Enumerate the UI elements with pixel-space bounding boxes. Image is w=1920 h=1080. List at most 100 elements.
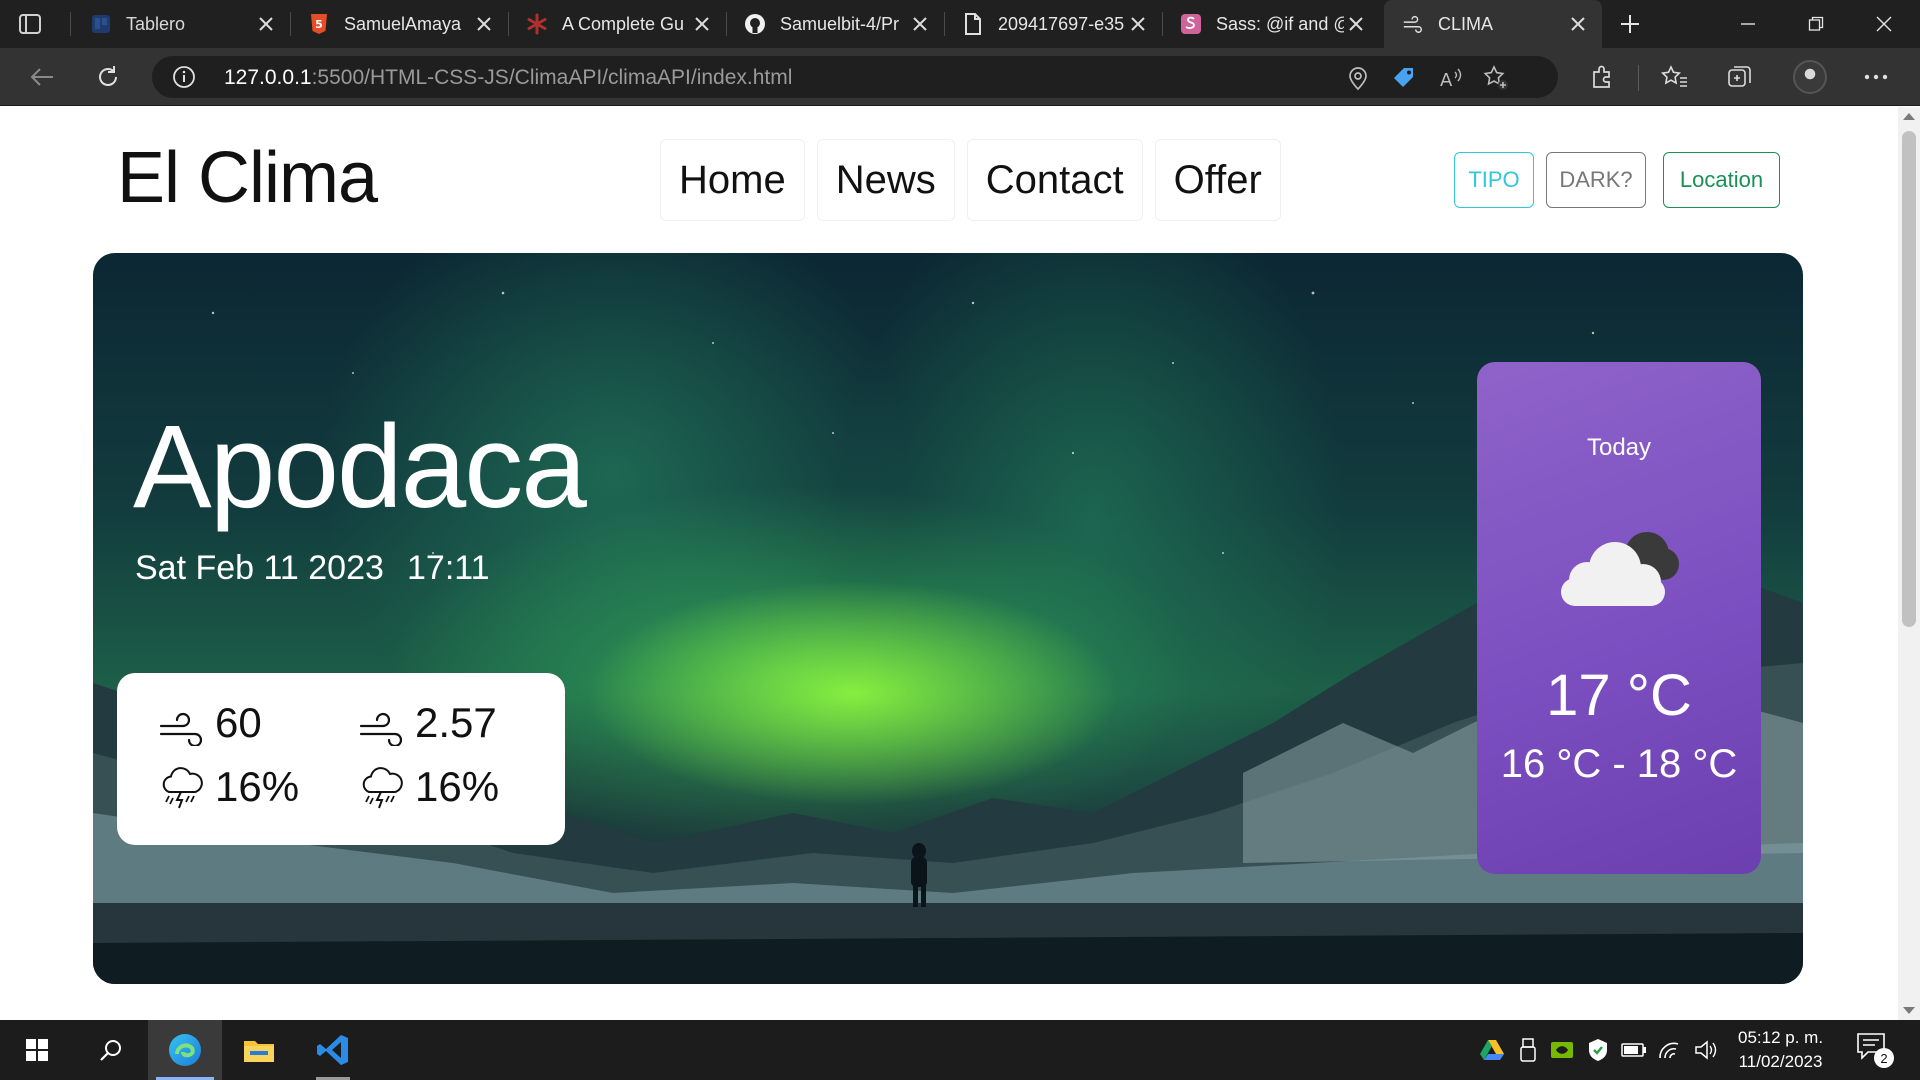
dark-mode-button[interactable]: DARK? [1546, 152, 1646, 208]
edge-taskbar-icon[interactable] [148, 1020, 222, 1080]
read-aloud-icon[interactable]: A [1438, 64, 1466, 92]
tab-sass[interactable]: Sass: @if and @ [1162, 0, 1380, 48]
tab-title: Samuelbit-4/Pr [780, 13, 900, 34]
wind-icon [1402, 13, 1424, 35]
more-menu-icon[interactable] [1860, 61, 1892, 93]
coupon-tag-icon[interactable] [1390, 64, 1418, 92]
location-button[interactable]: Location [1663, 152, 1780, 208]
nvidia-icon[interactable] [1548, 1036, 1576, 1064]
address-bar[interactable]: 127.0.0.1:5500/HTML-CSS-JS/ClimaAPI/clim… [152, 56, 1558, 98]
tab-actions-icon[interactable] [16, 10, 44, 38]
nav-contact[interactable]: Contact [966, 139, 1143, 221]
github-icon [744, 13, 766, 35]
new-tab-icon[interactable] [1614, 8, 1646, 40]
usb-device-icon[interactable] [1514, 1036, 1542, 1064]
favorites-icon[interactable] [1658, 61, 1690, 93]
tab-title: CLIMA [1438, 13, 1494, 34]
tab-samuelamaya[interactable]: 5 SamuelAmaya [290, 0, 508, 48]
svg-text:5: 5 [315, 18, 323, 31]
weather-stats-card: 60 2.57 16% 16% [117, 673, 565, 845]
page-scrollbar[interactable] [1898, 107, 1920, 1020]
close-icon[interactable] [1344, 12, 1368, 36]
scroll-down-icon[interactable] [1903, 1007, 1915, 1014]
stat-precip-1: 16% [157, 763, 299, 811]
battery-icon[interactable] [1620, 1036, 1648, 1064]
stat-value: 60 [215, 699, 262, 746]
stat-value: 2.57 [415, 699, 497, 746]
storm-cloud-icon [162, 767, 203, 809]
sass-icon [1180, 13, 1202, 35]
file-icon [962, 13, 984, 35]
close-icon[interactable] [254, 12, 278, 36]
tab-title: Sass: @if and @ [1216, 13, 1344, 34]
scroll-thumb[interactable] [1902, 131, 1916, 627]
search-icon[interactable] [74, 1020, 148, 1080]
wind-icon [359, 712, 403, 746]
tab-github[interactable]: Samuelbit-4/Pr [726, 0, 944, 48]
current-date: Sat Feb 11 2023 [135, 549, 384, 587]
nav-news[interactable]: News [816, 139, 955, 221]
back-arrow-icon[interactable] [26, 61, 58, 93]
url-text[interactable]: 127.0.0.1:5500/HTML-CSS-JS/ClimaAPI/clim… [224, 66, 792, 90]
trello-icon [90, 13, 112, 35]
system-clock[interactable]: 05:12 p. m. 11/02/2023 [1738, 1026, 1823, 1074]
close-icon[interactable] [1566, 12, 1590, 36]
collections-icon[interactable] [1724, 61, 1756, 93]
vscode-icon[interactable] [296, 1020, 370, 1080]
close-icon[interactable] [908, 12, 932, 36]
tipo-button[interactable]: TIPO [1454, 152, 1534, 208]
stat-value: 16% [215, 763, 300, 810]
volume-icon[interactable] [1692, 1036, 1720, 1064]
svg-text:A: A [1440, 70, 1453, 90]
minimize-icon[interactable] [1714, 0, 1782, 48]
city-name: Apodaca [133, 401, 587, 533]
notification-center-icon[interactable]: 2 [1856, 1032, 1894, 1068]
file-explorer-icon[interactable] [222, 1020, 296, 1080]
weather-hero: Apodaca Sat Feb 11 2023 17:11 60 2.57 16… [93, 253, 1803, 984]
nav-home[interactable]: Home [660, 139, 805, 221]
current-time: 17:11 [407, 549, 490, 587]
html5-icon: 5 [308, 13, 330, 35]
security-shield-icon[interactable] [1584, 1036, 1612, 1064]
close-icon[interactable] [1126, 12, 1150, 36]
location-pin-icon[interactable] [1344, 64, 1372, 92]
extensions-icon[interactable] [1586, 61, 1618, 93]
today-forecast-card: Today 17 °C 16 °C - 18 °C [1477, 362, 1761, 874]
tab-tablero[interactable]: Tablero [72, 0, 290, 48]
today-label: Today [1586, 434, 1652, 461]
close-icon[interactable] [472, 12, 496, 36]
clock-time: 05:12 p. m. [1738, 1028, 1824, 1047]
nav-offer[interactable]: Offer [1154, 139, 1281, 221]
close-window-icon[interactable] [1850, 0, 1918, 48]
tab-file[interactable]: 209417697-e35 [944, 0, 1162, 48]
clock-date: 11/02/2023 [1738, 1052, 1823, 1071]
add-favorite-icon[interactable] [1482, 64, 1510, 92]
tab-title: SamuelAmaya [344, 13, 462, 34]
restore-icon[interactable] [1782, 0, 1850, 48]
tab-complete-guide[interactable]: A Complete Gu [508, 0, 726, 48]
reload-icon[interactable] [92, 61, 124, 93]
url-host: 127.0.0.1 [224, 66, 312, 89]
stat-value: 16% [415, 763, 500, 810]
stat-wind-1: 60 [157, 699, 262, 747]
main-nav: Home News Contact Offer [660, 139, 1281, 221]
asterisk-icon [526, 13, 548, 35]
web-page: El Clima Home News Contact Offer TIPO DA… [0, 107, 1898, 1020]
tab-title: 209417697-e35 [998, 13, 1125, 34]
tab-title: A Complete Gu [562, 13, 685, 34]
windows-start-icon[interactable] [0, 1020, 74, 1080]
close-icon[interactable] [690, 12, 714, 36]
google-drive-icon[interactable] [1478, 1036, 1506, 1064]
scroll-up-icon[interactable] [1903, 113, 1915, 120]
wind-icon [159, 712, 203, 746]
wifi-icon[interactable] [1656, 1036, 1684, 1064]
storm-cloud-icon [362, 767, 403, 809]
tab-clima[interactable]: CLIMA [1384, 0, 1602, 48]
windows-taskbar: 05:12 p. m. 11/02/2023 2 [0, 1020, 1920, 1080]
stat-wind-2: 2.57 [357, 699, 497, 747]
site-info-icon[interactable] [172, 65, 196, 89]
profile-avatar[interactable] [1793, 60, 1827, 94]
today-temp-range: 16 °C - 18 °C [1500, 742, 1738, 786]
toolbar-separator [1638, 65, 1639, 91]
site-brand[interactable]: El Clima [117, 137, 378, 219]
